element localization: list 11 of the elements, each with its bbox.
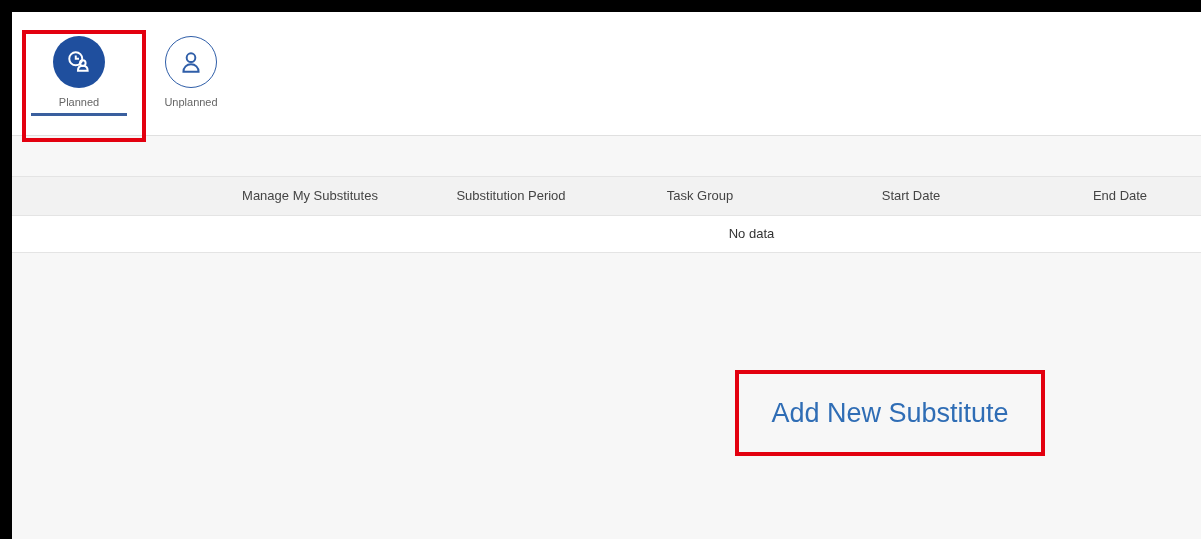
column-header: End Date	[1092, 187, 1148, 206]
column-header: Manage My Substitutes	[242, 187, 378, 206]
tab[interactable]: Unplanned	[143, 32, 239, 116]
clock-person-icon	[53, 36, 105, 88]
tab[interactable]: Planned	[31, 32, 127, 116]
no-data-text: No data	[728, 225, 775, 244]
person-icon	[165, 36, 217, 88]
column-header: Substitution Period	[456, 187, 566, 206]
column-header: Task Group	[666, 187, 734, 206]
add-substitute-link[interactable]: Add New Substitute	[771, 392, 1009, 434]
column-header: Start Date	[881, 187, 941, 206]
